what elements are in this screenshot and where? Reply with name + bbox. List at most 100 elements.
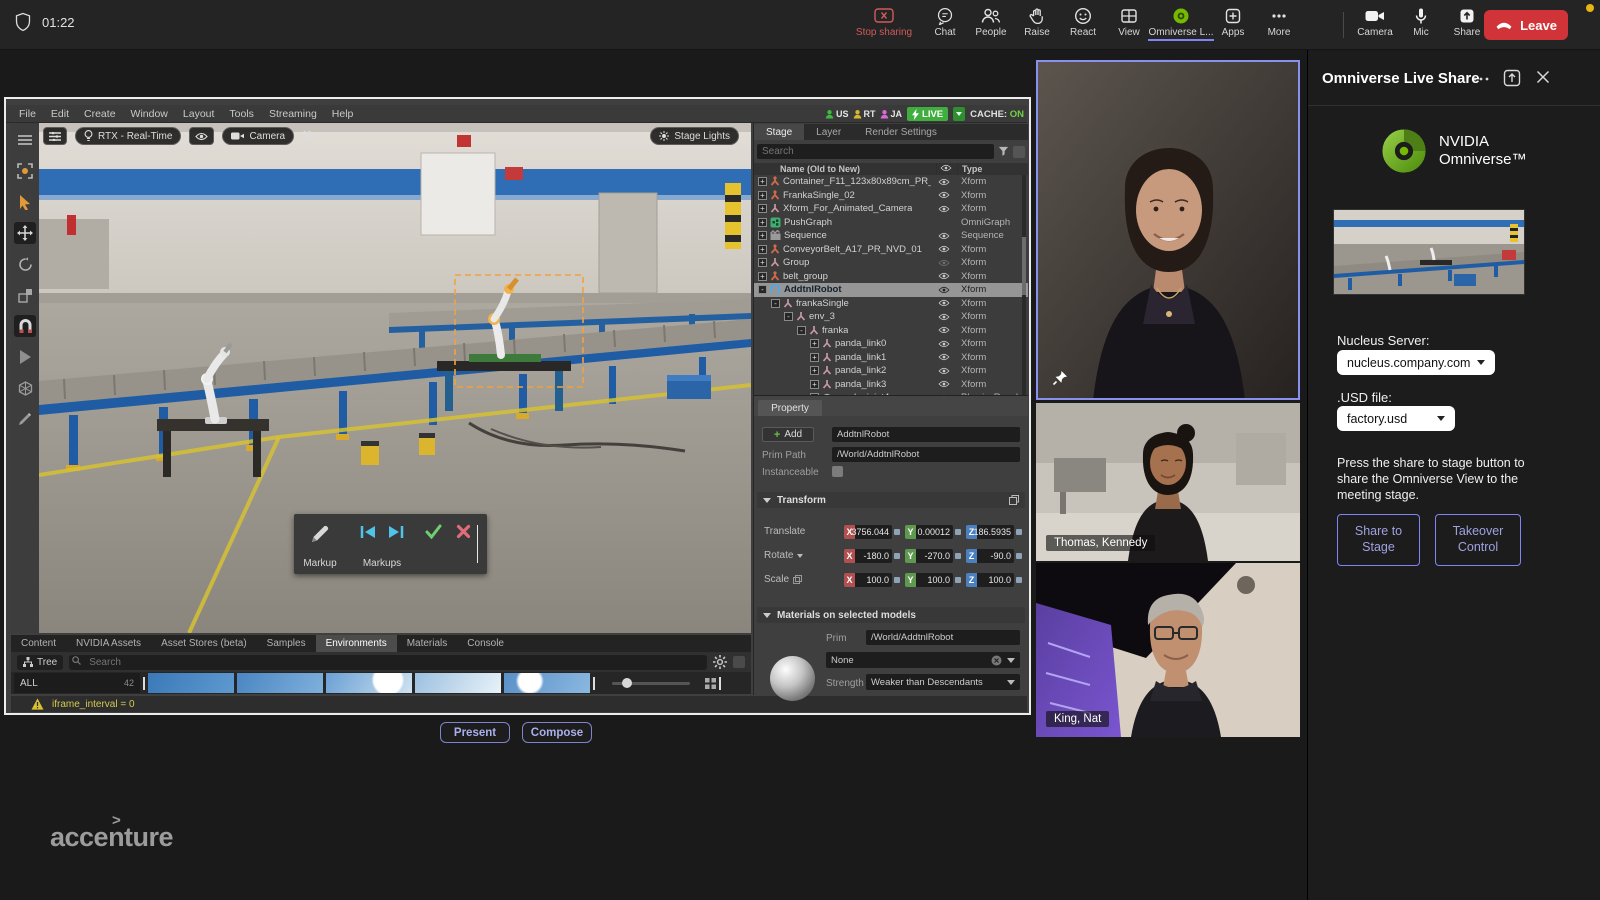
splitter-handle[interactable] [143,677,145,690]
stage-tree-row-FrankaSingle_02[interactable]: + FrankaSingle_02 Xform [754,189,1028,203]
paint-tool-icon[interactable] [14,408,36,430]
live-dropdown-caret[interactable] [953,107,965,121]
translate-x-field[interactable]: X3756.044 [844,525,900,539]
apps-button[interactable]: Apps [1210,3,1256,41]
grid-view-icon[interactable] [705,678,716,689]
browser-tab-environments[interactable]: Environments [316,635,397,652]
compose-button[interactable]: Compose [522,722,592,743]
omniverse-app-button[interactable]: Omniverse L... [1152,3,1210,41]
expand-toggle[interactable]: + [758,218,767,227]
stage-tree-row-Container_F11_123x80x89cm_PR_V_[interactable]: + Container_F11_123x80x89cm_PR_V_ Xform [754,175,1028,189]
visibility-eye-icon[interactable] [938,313,954,321]
materials-section-header[interactable]: Materials on selected models [757,607,1025,623]
expand-toggle[interactable]: + [810,366,819,375]
next-markup-icon[interactable] [387,524,404,540]
visibility-eye-icon[interactable] [938,245,954,253]
menu-tools[interactable]: Tools [229,108,254,120]
usd-file-dropdown[interactable]: factory.usd [1337,406,1455,431]
translate-y-field[interactable]: Y0.00012 [905,525,961,539]
expand-toggle[interactable]: - [758,285,767,294]
menu-file[interactable]: File [19,108,36,120]
camera-selector[interactable]: Camera [222,127,294,145]
stage-tab-render-settings[interactable]: Render Settings [853,124,949,140]
menu-edit[interactable]: Edit [51,108,69,120]
browser-search-input[interactable] [69,655,707,670]
video-tile[interactable]: King, Nat [1036,563,1300,737]
toolbar-expand-chevron[interactable] [302,129,314,143]
translate-z-field[interactable]: Z186.5935 [966,525,1022,539]
visibility-eye-icon[interactable] [938,340,954,348]
stage-tree-row-env_3[interactable]: - env_3 Xform [754,310,1028,324]
visibility-eye-icon[interactable] [938,353,954,361]
scale-x-field[interactable]: X100.0 [844,573,900,587]
browser-settings-gear-icon[interactable] [713,655,727,669]
scale-tool-icon[interactable] [14,284,36,306]
visibility-eye-icon[interactable] [938,272,954,280]
expand-toggle[interactable]: + [758,272,767,281]
visibility-eye-icon[interactable] [938,286,954,294]
visibility-eye-icon[interactable] [938,326,954,334]
expand-toggle[interactable]: + [758,231,767,240]
browser-tab-samples[interactable]: Samples [257,635,316,652]
stage-tab-layer[interactable]: Layer [804,124,853,140]
browser-tab-materials[interactable]: Materials [397,635,458,652]
markup-panel-handle[interactable] [477,525,478,563]
stop-sharing-button[interactable]: Stop sharing [846,3,922,41]
visibility-eye-icon[interactable] [938,299,954,307]
video-tile-speaker[interactable] [1036,60,1300,400]
stage-search-input[interactable] [757,144,994,159]
expand-toggle[interactable]: + [810,353,819,362]
snap-tool-icon[interactable] [14,315,36,337]
menu-streaming[interactable]: Streaming [269,108,317,120]
browser-panel-button[interactable] [733,656,745,668]
viewport-menu-icon[interactable] [14,129,36,151]
rotate-y-field[interactable]: Y-270.0 [905,549,961,563]
filter-funnel-icon[interactable] [998,146,1009,157]
react-button[interactable]: React [1060,3,1106,41]
expand-toggle[interactable]: + [758,258,767,267]
play-icon[interactable] [14,346,36,368]
scale-z-field[interactable]: Z100.0 [966,573,1022,587]
environment-thumbnail[interactable] [415,673,501,693]
leave-button[interactable]: Leave [1484,10,1568,40]
copy-icon[interactable] [1009,495,1019,505]
people-button[interactable]: People [968,3,1014,41]
reject-markup-icon[interactable] [456,524,471,539]
stage-tree-row-belt_group[interactable]: + belt_group Xform [754,270,1028,284]
mic-button[interactable]: Mic [1398,3,1444,38]
select-tool-icon[interactable] [14,191,36,213]
stage-scrollbar[interactable] [1022,175,1026,395]
expand-toggle[interactable]: + [758,245,767,254]
expand-toggle[interactable]: + [810,380,819,389]
browser-tab-content[interactable]: Content [11,635,66,652]
material-dropdown[interactable]: None [826,652,1020,668]
menu-layout[interactable]: Layout [183,108,215,120]
menu-window[interactable]: Window [131,108,168,120]
expand-toggle[interactable]: + [758,204,767,213]
stage-tree-row-Group[interactable]: + Group Xform [754,256,1028,270]
chat-button[interactable]: Chat [922,3,968,41]
prim-path-field[interactable]: /World/AddtnlRobot [832,447,1020,462]
expand-toggle[interactable]: + [810,339,819,348]
prim-name-field[interactable]: AddtnlRobot [832,427,1020,442]
property-tab[interactable]: Property [758,400,822,416]
stage-tree-row-panda_link1[interactable]: + panda_link1 Xform [754,351,1028,365]
stage-tree-row-panda_link3[interactable]: + panda_link3 Xform [754,378,1028,392]
approve-markup-icon[interactable] [425,524,442,539]
stage-tree-row-Sequence[interactable]: + Sequence Sequence [754,229,1028,243]
viewport-options-button[interactable] [43,127,67,145]
frame-select-tool-icon[interactable] [14,160,36,182]
scale-y-field[interactable]: Y100.0 [905,573,961,587]
expand-toggle[interactable]: - [771,299,780,308]
visibility-eye-icon[interactable] [938,232,954,240]
stage-tree-row-PushGraph[interactable]: + PushGraph OmniGraph [754,216,1028,230]
environment-thumbnail[interactable] [237,673,323,693]
share-to-stage-button[interactable]: Share to Stage [1337,514,1420,566]
expand-toggle[interactable]: - [784,312,793,321]
instanceable-checkbox[interactable] [832,466,843,477]
close-icon[interactable] [1535,69,1551,85]
panel-more-icon[interactable] [1473,72,1489,86]
browser-tab-console[interactable]: Console [457,635,514,652]
stage-tree-row-AddtnlRobot[interactable]: - AddtnlRobot Xform [754,283,1028,297]
move-tool-icon[interactable] [14,222,36,244]
